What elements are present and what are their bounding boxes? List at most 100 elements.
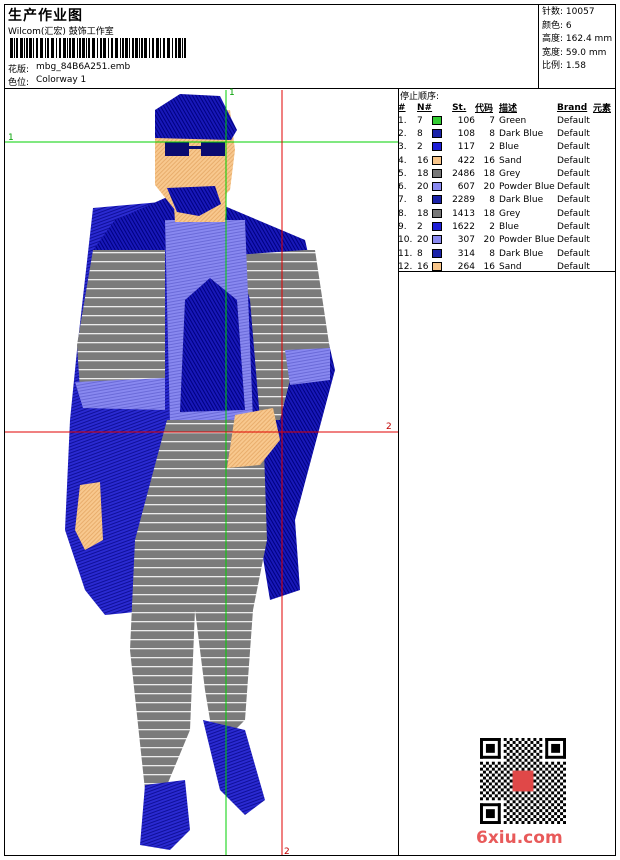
row-desc: Sand <box>498 261 522 272</box>
table-row: 7. 8 2289 8 Dark Blue Default <box>398 194 611 207</box>
row-brand: Default <box>556 208 590 219</box>
row-code: 8 <box>489 128 495 139</box>
row-stitches: 2486 <box>452 168 475 179</box>
row-element <box>593 234 611 247</box>
table-row: 10. 20 307 20 Powder Blue Default <box>398 234 611 247</box>
color-swatch <box>432 182 443 192</box>
row-code: 2 <box>489 142 495 153</box>
row-swatch <box>432 167 452 180</box>
colorway-name: Colorway 1 <box>36 75 87 85</box>
row-needle: 16 <box>417 155 429 166</box>
page-title: 生产作业图 <box>8 8 83 24</box>
row-stitches: 607 <box>457 182 475 193</box>
row-brand: Default <box>556 235 590 246</box>
color-swatch <box>432 222 443 232</box>
row-code: 20 <box>483 235 495 246</box>
stat-scale: 比例: 1.58 <box>542 61 586 71</box>
color-swatch <box>432 208 443 218</box>
row-needle: 8 <box>417 248 423 259</box>
row-swatch <box>432 207 452 220</box>
table-row: 2. 8 108 8 Dark Blue Default <box>398 127 611 140</box>
row-stitches: 307 <box>457 235 475 246</box>
row-needle: 16 <box>417 261 429 272</box>
guide-label-v1: 1 <box>229 88 235 98</box>
color-swatch <box>432 115 443 125</box>
row-element <box>593 167 611 180</box>
row-desc: Powder Blue <box>498 182 555 193</box>
row-swatch <box>432 154 452 167</box>
row-element <box>593 127 611 140</box>
row-brand: Default <box>556 168 590 179</box>
row-element <box>593 220 611 233</box>
header-divider <box>4 88 616 89</box>
table-row: 8. 18 1413 18 Grey Default <box>398 207 611 220</box>
row-desc: Powder Blue <box>498 235 555 246</box>
table-header-row: # N# St. 代码 描述 Brand 元素 <box>398 101 611 115</box>
color-swatch <box>432 248 443 258</box>
row-element <box>593 247 611 260</box>
row-desc: Blue <box>498 222 519 233</box>
row-desc: Green <box>498 115 527 126</box>
col-header-stitches: St. <box>452 102 467 113</box>
row-brand: Default <box>556 155 590 166</box>
row-code: 16 <box>483 261 495 272</box>
row-needle: 8 <box>417 128 423 139</box>
row-code: 8 <box>489 248 495 259</box>
design-file-label: 花版: <box>8 65 30 75</box>
row-num: 7. <box>398 195 407 206</box>
stat-width: 宽度: 59.0 mm <box>542 47 607 58</box>
company-name: Wilcom(汇宏) 鼓饰工作室 <box>8 27 114 37</box>
row-num: 11. <box>398 248 413 259</box>
row-num: 2. <box>398 128 407 139</box>
row-stitches: 117 <box>457 142 475 153</box>
row-num: 5. <box>398 168 407 179</box>
table-row: 5. 18 2486 18 Grey Default <box>398 167 611 180</box>
row-swatch <box>432 114 452 127</box>
color-swatch <box>432 155 443 165</box>
row-num: 1. <box>398 115 407 126</box>
row-num: 4. <box>398 155 407 166</box>
row-num: 6. <box>398 182 407 193</box>
row-stitches: 1622 <box>452 222 475 233</box>
color-swatch <box>432 142 443 152</box>
embroidery-design <box>5 90 398 855</box>
guide-label-h1: 1 <box>8 133 14 143</box>
color-swatch <box>432 128 443 138</box>
row-swatch <box>432 141 452 154</box>
row-brand: Default <box>556 182 590 193</box>
row-needle: 18 <box>417 168 429 179</box>
row-brand: Default <box>556 222 590 233</box>
row-desc: Blue <box>498 142 519 153</box>
row-desc: Sand <box>498 155 522 166</box>
stats-divider <box>538 4 539 88</box>
color-swatch <box>432 235 443 245</box>
left-shoe <box>140 780 190 850</box>
row-stitches: 108 <box>457 128 475 139</box>
color-swatch <box>432 168 443 178</box>
stop-sequence-table: # N# St. 代码 描述 Brand 元素 1. 7 106 7 Green Defa… <box>398 101 611 274</box>
qr-code <box>480 738 566 824</box>
design-file-name: mbg_84B6A251.emb <box>36 62 131 72</box>
qr-logo-icon <box>512 770 534 792</box>
row-code: 7 <box>489 115 495 126</box>
row-num: 9. <box>398 222 407 233</box>
row-needle: 20 <box>417 235 429 246</box>
row-needle: 20 <box>417 182 429 193</box>
row-stitches: 1413 <box>452 208 475 219</box>
row-swatch <box>432 247 452 260</box>
row-swatch <box>432 194 452 207</box>
row-needle: 18 <box>417 208 429 219</box>
row-code: 20 <box>483 182 495 193</box>
row-desc: Dark Blue <box>498 248 544 259</box>
table-row: 12. 16 264 16 Sand Default <box>398 260 611 273</box>
row-brand: Default <box>556 115 590 126</box>
row-swatch <box>432 260 452 273</box>
row-needle: 2 <box>417 222 423 233</box>
row-num: 10. <box>398 235 413 246</box>
row-needle: 2 <box>417 142 423 153</box>
design-stats: 针数: 10057 颜色: 6 高度: 162.4 mm 宽度: 59.0 mm… <box>542 6 612 74</box>
row-code: 8 <box>489 195 495 206</box>
row-element <box>593 154 611 167</box>
left-sleeve <box>77 250 165 390</box>
row-desc: Dark Blue <box>498 195 544 206</box>
